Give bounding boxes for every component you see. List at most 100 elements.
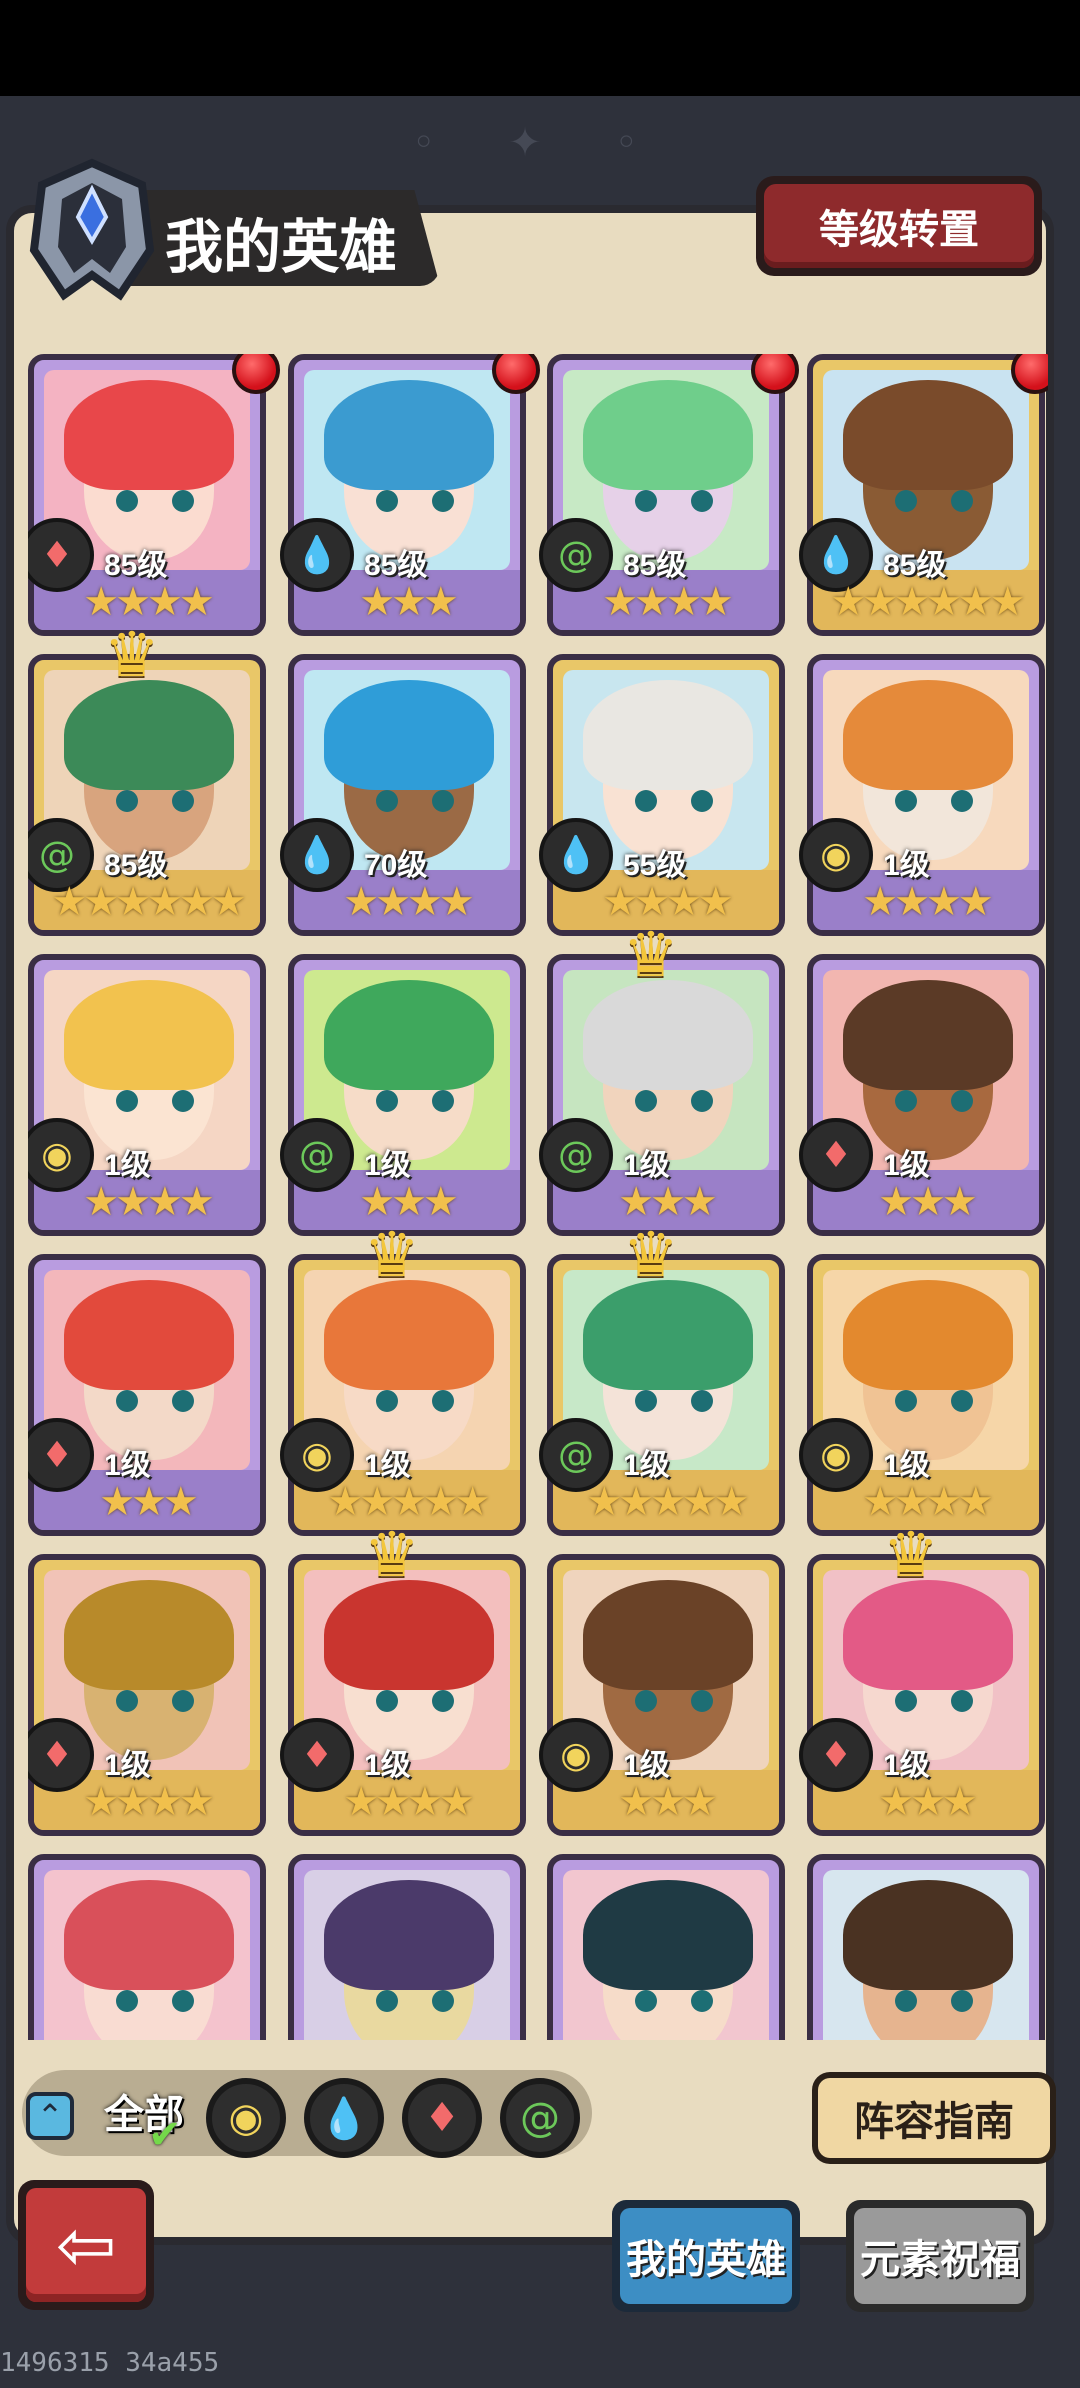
hero-portrait bbox=[304, 1870, 510, 2040]
hero-portrait bbox=[563, 1870, 769, 2040]
crown-icon: ♛ bbox=[364, 1218, 420, 1291]
fire-element-icon: ♦ bbox=[799, 1118, 873, 1192]
hero-eye bbox=[432, 1690, 454, 1712]
hero-level: 1级 bbox=[364, 1149, 411, 1182]
hero-hair bbox=[324, 380, 494, 490]
hero-stars: ★★★★★★ bbox=[51, 879, 246, 925]
crown-icon: ♛ bbox=[623, 1218, 679, 1291]
hero-eye bbox=[895, 1990, 917, 2012]
status-bar bbox=[0, 0, 1080, 96]
hero-card[interactable]: ♦ 1级 ★★★ bbox=[28, 1254, 266, 1536]
level-transfer-label: 等级转置 bbox=[764, 184, 1034, 268]
hero-stars: ★★★ bbox=[99, 1479, 199, 1525]
hero-card[interactable]: 💧 70级 ★★★★ bbox=[280, 654, 526, 936]
hero-card[interactable]: ◉ 1级 ★★★★ bbox=[799, 1254, 1045, 1536]
back-button[interactable]: ⇦ bbox=[18, 2180, 154, 2310]
hero-stars: ★★★ bbox=[359, 1179, 459, 1225]
filter-fire-icon[interactable]: ♦ bbox=[402, 2078, 482, 2158]
earth-element-icon: ◉ bbox=[539, 1718, 613, 1792]
collapse-up-button[interactable]: ⌃ bbox=[26, 2092, 74, 2140]
water-element-icon: 💧 bbox=[280, 518, 354, 592]
hero-eye bbox=[376, 1390, 398, 1412]
hero-hair bbox=[583, 380, 753, 490]
hero-card[interactable] bbox=[288, 1854, 526, 2040]
hero-eye bbox=[116, 1090, 138, 1112]
hero-eye bbox=[376, 490, 398, 512]
tab-element-blessing[interactable]: 元素祝福 bbox=[846, 2200, 1034, 2312]
level-transfer-button[interactable]: 等级转置 bbox=[756, 176, 1042, 276]
hero-hair bbox=[583, 1280, 753, 1390]
filter-wind-icon[interactable]: @ bbox=[500, 2078, 580, 2158]
hero-card[interactable]: ♦ 85级 ★★★★ bbox=[28, 354, 280, 636]
hero-level: 1级 bbox=[364, 1749, 411, 1782]
hero-card[interactable]: ◉ 1级 ★★★★★ ♛ bbox=[280, 1218, 526, 1536]
hero-card[interactable] bbox=[807, 1854, 1045, 2040]
hero-stars: ★★★ bbox=[618, 1179, 718, 1225]
watermark-text: 1496315 34a455 bbox=[0, 2348, 220, 2378]
hero-eye bbox=[116, 790, 138, 812]
hero-stars: ★★★★★ bbox=[327, 1479, 490, 1525]
hero-card[interactable]: ♦ 1级 ★★★★ ♛ bbox=[280, 1518, 526, 1836]
hero-eye bbox=[116, 490, 138, 512]
filter-earth-icon[interactable]: ◉ bbox=[206, 2078, 286, 2158]
hero-eye bbox=[172, 1690, 194, 1712]
hero-card[interactable]: 💧 85级 ★★★ bbox=[280, 354, 540, 636]
hero-eye bbox=[951, 1090, 973, 1112]
hero-eye bbox=[951, 1390, 973, 1412]
wind-element-icon: @ bbox=[280, 1118, 354, 1192]
hero-card[interactable]: @1级 ★★★★★ ♛ bbox=[539, 1218, 785, 1536]
hero-card[interactable]: 💧 55级 ★★★★ bbox=[539, 654, 785, 936]
crown-icon: ♛ bbox=[623, 918, 679, 991]
fire-element-icon: ♦ bbox=[799, 1718, 873, 1792]
hero-eye bbox=[951, 1690, 973, 1712]
hero-hair bbox=[324, 680, 494, 790]
hero-eye bbox=[376, 1990, 398, 2012]
hero-card[interactable]: @1级 ★★★ ♛ bbox=[539, 918, 785, 1236]
filter-water-icon[interactable]: 💧 bbox=[304, 2078, 384, 2158]
hero-hair bbox=[843, 680, 1013, 790]
hero-level: 85级 bbox=[104, 549, 168, 582]
hero-eye bbox=[691, 1390, 713, 1412]
hero-eye bbox=[172, 790, 194, 812]
hero-hair bbox=[583, 1880, 753, 1990]
hero-card[interactable] bbox=[28, 1854, 266, 2040]
hero-card[interactable]: ◉ 1级 ★★★★ bbox=[28, 954, 266, 1236]
back-arrow-icon: ⇦ bbox=[26, 2188, 146, 2302]
hero-card[interactable] bbox=[547, 1854, 785, 2040]
hero-eye bbox=[432, 1090, 454, 1112]
wind-element-icon: @ bbox=[539, 1118, 613, 1192]
hero-stars: ★★★★ bbox=[602, 879, 733, 925]
hero-hair bbox=[583, 980, 753, 1090]
hero-card[interactable]: ♦ 1级 ★★★ bbox=[799, 954, 1045, 1236]
hero-card[interactable]: ♦ 1级 ★★★★ bbox=[28, 1554, 266, 1836]
hero-hair bbox=[843, 380, 1013, 490]
hero-hair bbox=[324, 1580, 494, 1690]
hero-level: 1级 bbox=[364, 1449, 411, 1482]
hero-card[interactable]: @1级 ★★★ bbox=[280, 954, 526, 1236]
notification-dot bbox=[751, 354, 799, 394]
hero-level: 1级 bbox=[104, 1449, 151, 1482]
hero-eye bbox=[172, 1390, 194, 1412]
hero-card[interactable]: ♦ 1级 ★★★ ♛ bbox=[799, 1518, 1045, 1836]
tab-my-heroes[interactable]: 我的英雄 bbox=[612, 2200, 800, 2312]
hero-eye bbox=[116, 1690, 138, 1712]
hero-card[interactable]: ◉ 1级 ★★★★ bbox=[799, 654, 1045, 936]
hero-eye bbox=[951, 1990, 973, 2012]
hero-eye bbox=[172, 490, 194, 512]
hero-eye bbox=[635, 1390, 657, 1412]
tab-element-blessing-label: 元素祝福 bbox=[854, 2208, 1026, 2304]
hero-hair bbox=[64, 1580, 234, 1690]
hero-hair bbox=[64, 980, 234, 1090]
hero-level: 1级 bbox=[883, 849, 930, 882]
hero-eye bbox=[691, 1990, 713, 2012]
hero-eye bbox=[635, 790, 657, 812]
hero-card[interactable]: @85级 ★★★★★★ ♛ bbox=[28, 618, 266, 936]
hero-hair bbox=[843, 1580, 1013, 1690]
hero-eye bbox=[635, 1090, 657, 1112]
hero-card[interactable]: ◉ 1级 ★★★ bbox=[539, 1554, 785, 1836]
hero-card[interactable]: @85级 ★★★★ bbox=[539, 354, 799, 636]
hero-level: 1级 bbox=[623, 1449, 670, 1482]
lineup-guide-button[interactable]: 阵容指南 bbox=[812, 2072, 1056, 2164]
hero-grid: ♦ 85级 ★★★★ 💧 85级 ★★★ @85级 ★★★★ 💧 85级 ★★★★★★ @85级 ★★★… bbox=[28, 354, 1048, 2040]
hero-card[interactable]: 💧 85级 ★★★★★★ bbox=[799, 354, 1048, 636]
